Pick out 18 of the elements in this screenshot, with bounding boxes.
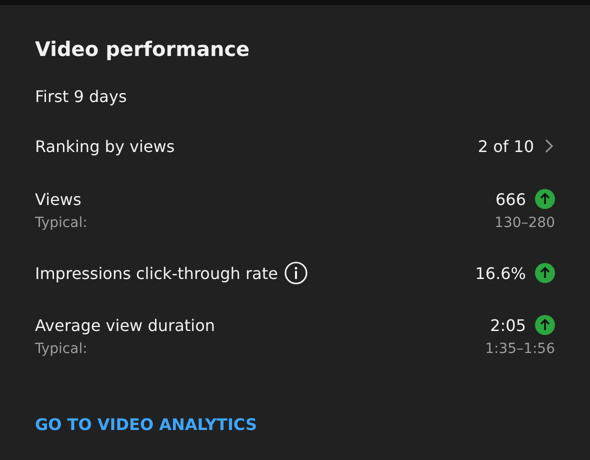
ranking-row[interactable]: Ranking by views 2 of 10 bbox=[35, 133, 555, 159]
metric-value: 2:05 bbox=[490, 316, 526, 334]
typical-range: 1:35–1:56 bbox=[485, 341, 555, 357]
chevron-icon bbox=[543, 138, 555, 154]
metric-value: 666 bbox=[495, 190, 526, 208]
analytics-link[interactable]: GO TO VIDEO ANALYTICS bbox=[35, 415, 257, 434]
typical-label: Typical: bbox=[35, 215, 88, 231]
typical-label: Typical: bbox=[35, 341, 88, 357]
metric-label: Impressions click-through rate bbox=[35, 264, 278, 282]
metric-value: 16.6% bbox=[475, 264, 526, 282]
ranking-value: 2 of 10 bbox=[478, 136, 534, 156]
period-label: First 9 days bbox=[35, 86, 128, 108]
info-icon[interactable] bbox=[284, 261, 308, 285]
typical-range: 130–280 bbox=[494, 215, 555, 231]
metric-label: Views bbox=[35, 190, 82, 208]
metric-label: Average view duration bbox=[35, 316, 216, 334]
ranking-label: Ranking by views bbox=[35, 136, 175, 156]
section-title: Video performance bbox=[35, 36, 251, 63]
